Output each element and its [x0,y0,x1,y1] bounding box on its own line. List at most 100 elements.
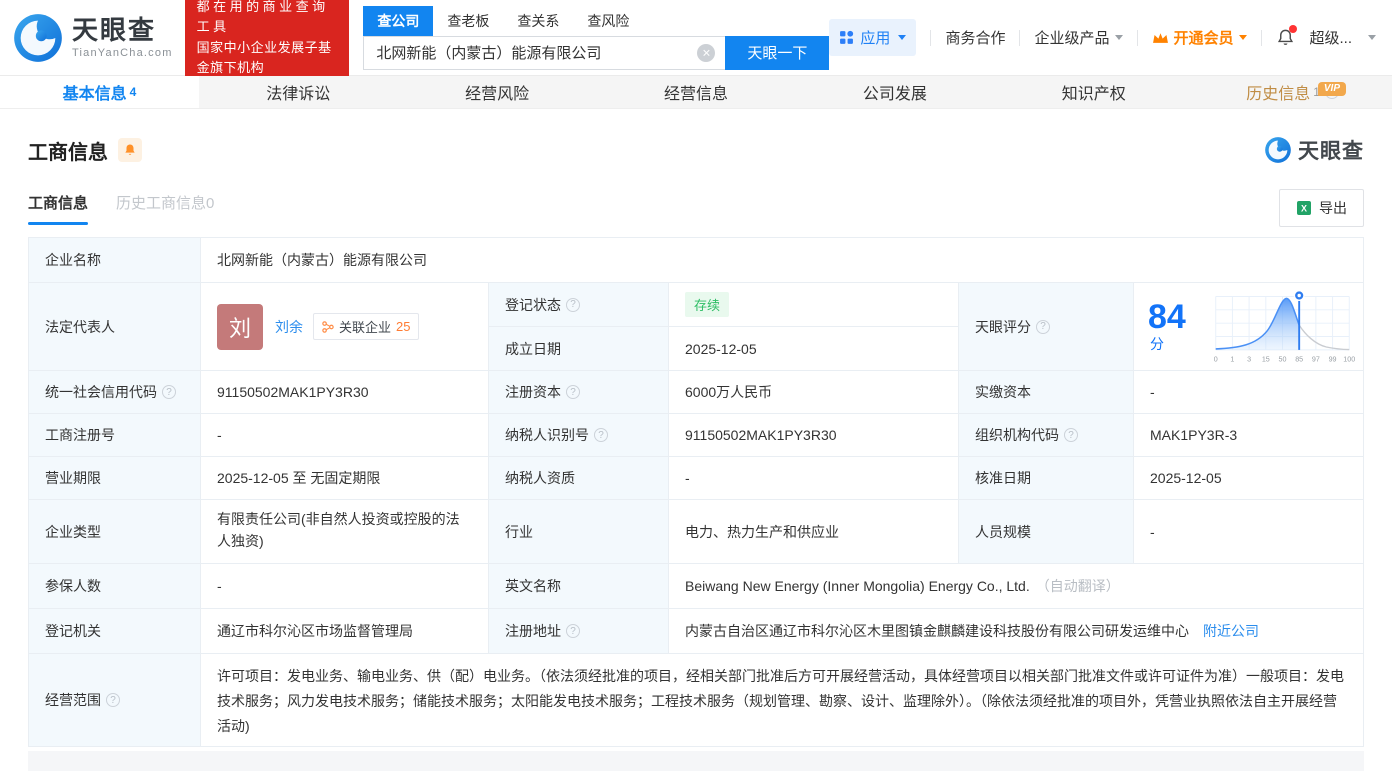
notification-dot [1289,25,1298,33]
tab-basic-info[interactable]: 基本信息 4 [0,76,199,108]
export-button-label: 导出 [1319,200,1347,216]
tab-operation-info[interactable]: 经营信息 [597,76,796,108]
org-code-label: 组织机构代码 ? [959,414,1134,457]
tab-company-development[interactable]: 公司发展 [795,76,994,108]
svg-text:99: 99 [1329,355,1337,363]
insured-value: - [201,564,489,609]
search-row: 天眼一下 [363,35,830,70]
svg-text:X: X [1301,204,1307,214]
reg-no-label: 工商注册号 [29,414,201,457]
company-type-label: 企业类型 [29,500,201,564]
related-companies-badge[interactable]: 关联企业 25 [313,313,420,340]
subtab-history-business-info[interactable]: 历史工商信息0 [116,192,214,225]
tab-history-info[interactable]: VIP 历史信息 1 ? [1193,76,1392,108]
company-nav-tabs: 基本信息 4 法律诉讼 经营风险 经营信息 公司发展 知识产权 VIP 历史信息… [0,76,1392,109]
help-icon[interactable]: ? [566,385,580,399]
score-label: 天眼评分 ? [959,283,1134,371]
search-tab-company[interactable]: 查公司 [363,5,434,36]
menu-business-cooperation[interactable]: 商务合作 [945,27,1005,48]
search-tab-relation[interactable]: 查关系 [503,6,573,36]
industry-label: 行业 [489,500,669,564]
notification-bell-icon[interactable] [1276,25,1298,47]
subscribe-bell-button[interactable] [118,138,142,162]
credit-code-label: 统一社会信用代码 ? [29,371,201,414]
related-companies-label: 关联企业 [339,320,392,335]
status-badge: 存续 [685,292,730,317]
chevron-down-icon [898,35,907,40]
export-button[interactable]: X 导出 [1279,189,1364,227]
business-scope-label: 经营范围 ? [29,654,201,746]
help-icon[interactable]: ? [162,385,176,399]
crown-icon [1153,33,1169,43]
svg-text:0: 0 [1214,355,1218,363]
authority-label: 登记机关 [29,609,201,654]
svg-text:1: 1 [1230,355,1234,363]
help-icon[interactable]: ? [594,428,608,442]
svg-text:3: 3 [1247,355,1251,363]
est-date-label: 成立日期 [489,327,669,371]
watermark-text: 天眼查 [1298,140,1364,163]
staff-size-label: 人员规模 [959,500,1134,564]
apps-menu-label: 应用 [860,30,891,47]
menu-enterprise-products[interactable]: 企业级产品 [1034,27,1124,48]
company-type-value: 有限责任公司(非自然人投资或控股的法人独资) [201,500,489,564]
approval-date-value: 2025-12-05 [1134,457,1363,500]
reg-capital-value: 6000万人民币 [669,371,959,414]
menu-open-vip[interactable]: 开通会员 [1152,27,1248,48]
page-bottom-strip [28,751,1364,771]
approval-date-label: 核准日期 [959,457,1134,500]
promo-banner: 都在用的商业查询工具 国家中小企业发展子基金旗下机构 [184,0,350,86]
reg-no-value: - [201,414,489,457]
help-icon[interactable]: ? [566,297,580,312]
search-tab-boss[interactable]: 查老板 [433,6,503,36]
help-icon[interactable]: ? [1064,428,1078,442]
paid-capital-label: 实缴资本 [959,371,1134,414]
legal-rep-name-link[interactable]: 刘余 [275,317,303,337]
main-content: 工商信息 天眼查 工商信息 历史工商信息0 X 导出 企业名称 北网新能（内蒙古… [0,109,1392,771]
score-cell[interactable]: 84分 0 1 3 15 50 85 97 99 100 [1134,283,1363,371]
search-input[interactable] [363,35,726,70]
menu-super-account[interactable]: 超级... [1309,27,1352,48]
reg-status-cell: 存续 [669,283,959,327]
search-button[interactable]: 天眼一下 [725,35,830,70]
excel-icon: X [1297,201,1311,215]
help-icon[interactable]: ? [106,693,120,707]
en-name-label: 英文名称 [489,564,669,609]
est-date-value: 2025-12-05 [669,327,959,371]
business-info-table: 企业名称 北网新能（内蒙古）能源有限公司 法定代表人 刘 刘余 关联企业 25 [28,237,1364,747]
help-icon[interactable]: ? [1036,319,1050,334]
nearby-companies-link[interactable]: 附近公司 [1203,621,1259,641]
en-name-value: Beiwang New Energy (Inner Mongolia) Ener… [685,578,1030,594]
tab-operation-risk-label: 经营风险 [465,86,530,103]
org-code-label-text: 组织机构代码 [975,427,1059,443]
menu-vip-label: 开通会员 [1173,30,1234,47]
svg-text:100: 100 [1343,355,1355,363]
subtab-business-info[interactable]: 工商信息 [28,192,89,225]
credit-code-value: 91150502MAK1PY3R30 [201,371,489,414]
search-area: 查公司 查老板 查关系 查风险 天眼一下 [363,5,830,70]
apps-menu-button[interactable]: 应用 [829,19,917,56]
tab-basic-info-count: 4 [129,85,137,99]
tab-operation-risk[interactable]: 经营风险 [398,76,597,108]
clear-search-icon[interactable] [697,43,716,62]
reg-status-label-text: 登记状态 [505,296,561,313]
score-unit: 分 [1150,335,1164,352]
svg-text:15: 15 [1262,355,1270,363]
tab-intellectual-property[interactable]: 知识产权 [994,76,1193,108]
top-header: 天眼查 TianYanCha.com 都在用的商业查询工具 国家中小企业发展子基… [0,0,1392,86]
tab-legal-litigation-label: 法律诉讼 [266,86,331,103]
search-tab-risk[interactable]: 查风险 [573,6,643,36]
tab-basic-info-label: 基本信息 [62,86,127,103]
legal-rep-cell: 刘 刘余 关联企业 25 [201,283,489,371]
tab-legal-litigation[interactable]: 法律诉讼 [199,76,398,108]
bell-icon [125,144,135,155]
taxpayer-id-label-text: 纳税人识别号 [505,427,589,443]
help-icon[interactable]: ? [566,624,580,638]
tianyancha-logo[interactable]: 天眼查 TianYanCha.com [12,12,173,64]
brand-domain: TianYanCha.com [72,46,173,59]
section-title: 工商信息 [28,141,108,164]
score-label-text: 天眼评分 [975,318,1031,335]
score-distribution-chart: 0 1 3 15 50 85 97 99 100 [1214,289,1355,363]
search-tabs: 查公司 查老板 查关系 查风险 [363,5,829,36]
legal-rep-avatar[interactable]: 刘 [217,303,263,350]
